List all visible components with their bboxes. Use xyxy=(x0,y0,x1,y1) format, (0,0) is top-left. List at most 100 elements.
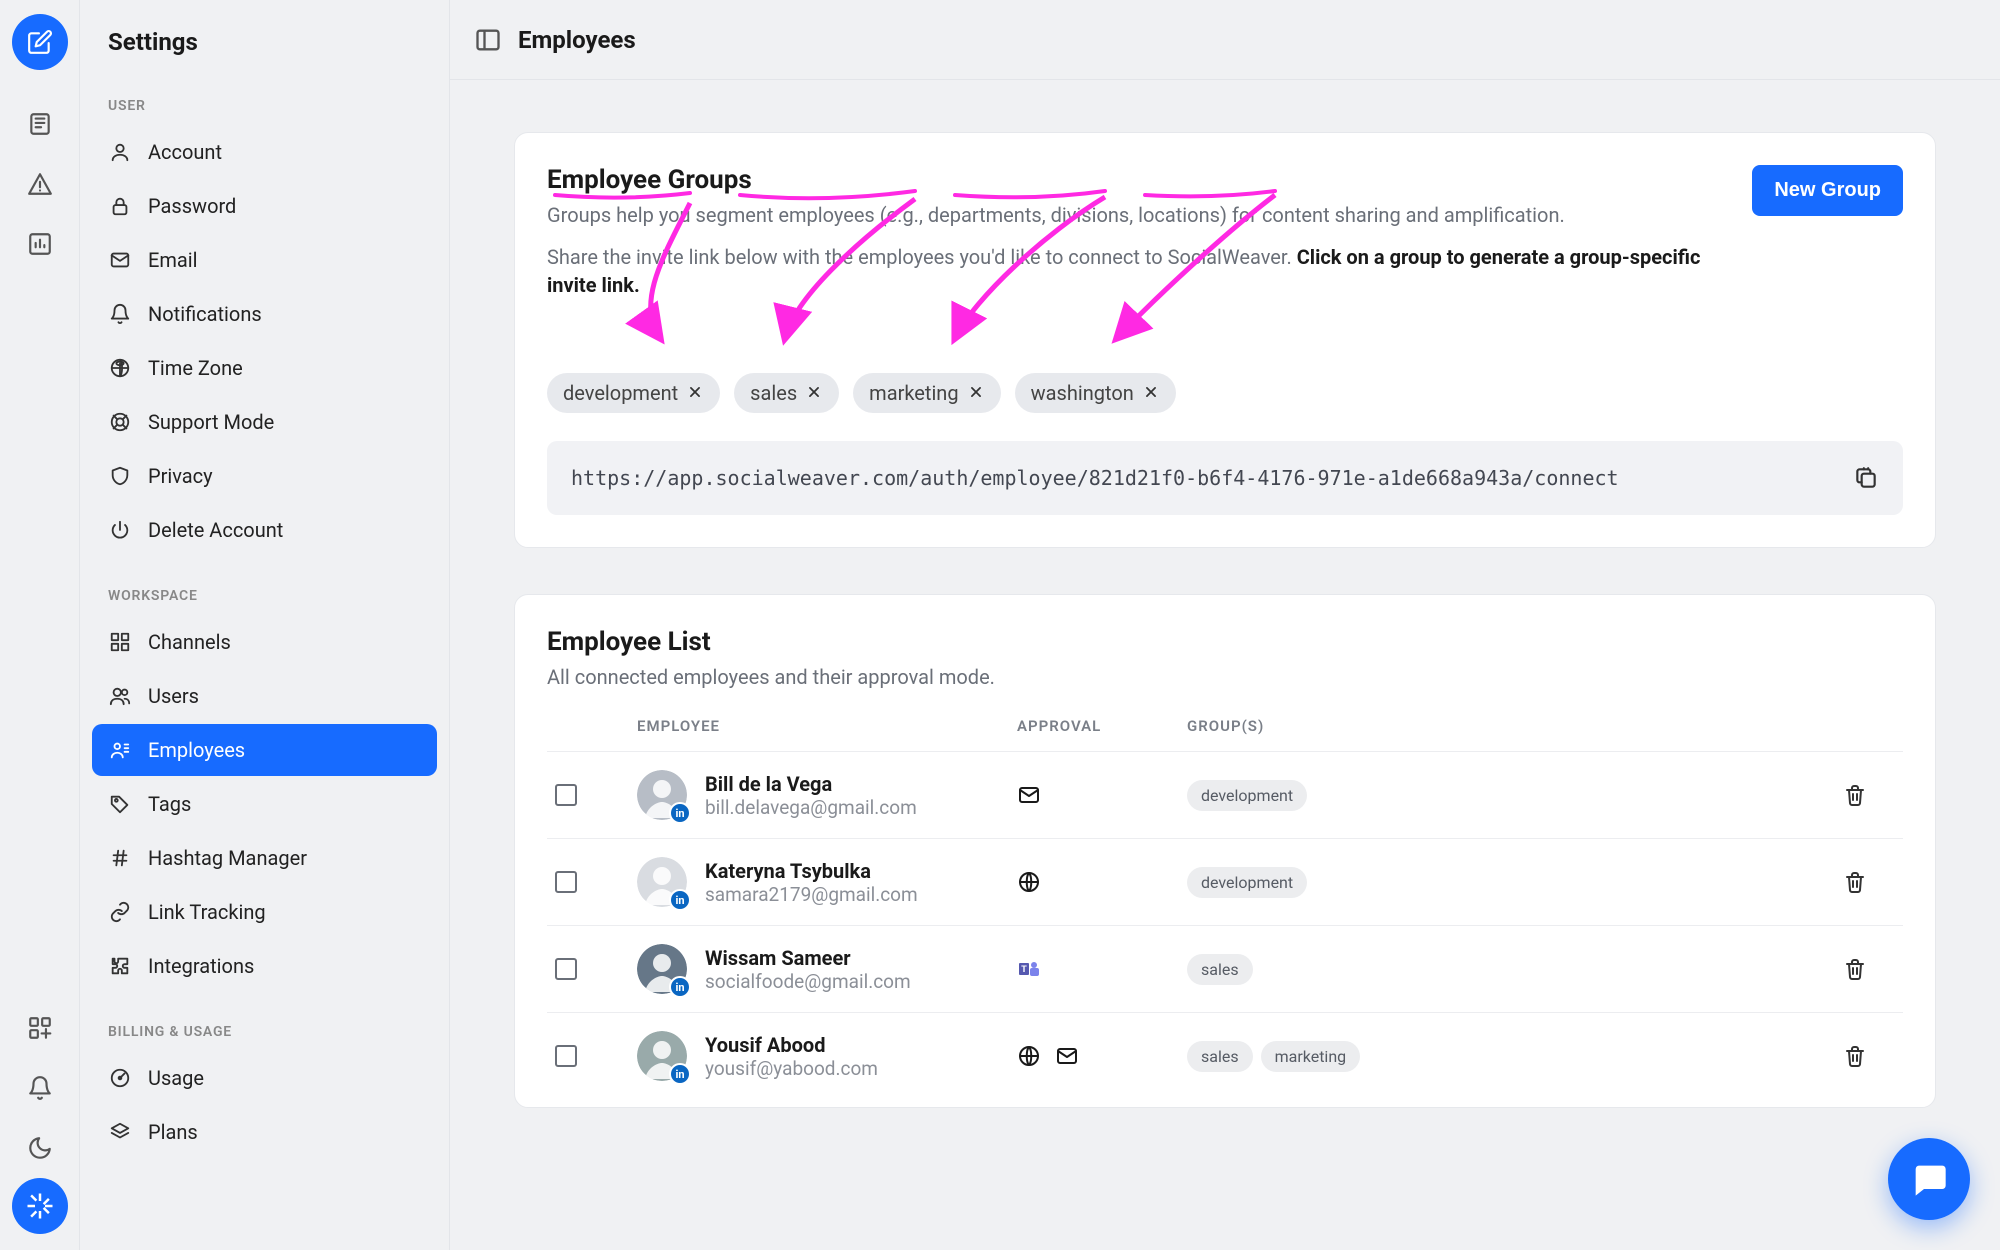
nav-notifications[interactable]: Notifications xyxy=(92,288,437,340)
rail-apps-icon[interactable] xyxy=(18,1006,62,1050)
row-group-chip[interactable]: sales xyxy=(1187,1041,1253,1072)
row-group-chip[interactable]: development xyxy=(1187,867,1307,898)
row-group-chip[interactable]: sales xyxy=(1187,954,1253,985)
workspace-avatar[interactable] xyxy=(12,1178,68,1234)
remove-chip-icon[interactable] xyxy=(807,385,823,401)
employee-row: in Bill de la Vega bill.delavega@gmail.c… xyxy=(547,752,1903,839)
svg-text:T: T xyxy=(1021,964,1027,974)
rail-theme-icon[interactable] xyxy=(18,1126,62,1170)
delete-row-icon[interactable] xyxy=(1843,1044,1903,1068)
group-chip-sales[interactable]: sales xyxy=(734,373,839,413)
globe-icon xyxy=(108,356,132,380)
sidebar-title: Settings xyxy=(80,28,449,68)
linkedin-badge-icon: in xyxy=(669,1063,691,1085)
row-group-chip[interactable]: development xyxy=(1187,780,1307,811)
employee-email: samara2179@gmail.com xyxy=(705,883,918,906)
nav-integrations[interactable]: Integrations xyxy=(92,940,437,992)
nav-tags[interactable]: Tags xyxy=(92,778,437,830)
new-group-button[interactable]: New Group xyxy=(1752,165,1903,216)
web-icon[interactable] xyxy=(1017,870,1041,894)
nav-channels[interactable]: Channels xyxy=(92,616,437,668)
copy-icon[interactable] xyxy=(1853,465,1879,491)
section-user-label: USER xyxy=(80,68,449,124)
nav-usage[interactable]: Usage xyxy=(92,1052,437,1104)
linkedin-badge-icon: in xyxy=(669,976,691,998)
rail-alerts-icon[interactable] xyxy=(18,162,62,206)
hash-icon xyxy=(108,846,132,870)
row-checkbox[interactable] xyxy=(555,958,577,980)
col-approval: APPROVAL xyxy=(1017,717,1187,735)
content-area: Employee Groups Groups help you segment … xyxy=(450,80,2000,1250)
nav-hashtag-manager[interactable]: Hashtag Manager xyxy=(92,832,437,884)
group-chip-washington[interactable]: washington xyxy=(1015,373,1176,413)
nav-password[interactable]: Password xyxy=(92,180,437,232)
row-checkbox[interactable] xyxy=(555,784,577,806)
group-chip-marketing[interactable]: marketing xyxy=(853,373,1000,413)
delete-row-icon[interactable] xyxy=(1843,870,1903,894)
groups-cell: sales marketing xyxy=(1187,1041,1843,1072)
sidebar-toggle-icon[interactable] xyxy=(474,26,502,54)
approval-cell xyxy=(1017,783,1187,807)
nav-delete-account[interactable]: Delete Account xyxy=(92,504,437,556)
row-checkbox[interactable] xyxy=(555,1045,577,1067)
nav-label: Support Mode xyxy=(148,410,274,434)
mail-icon[interactable] xyxy=(1055,1044,1079,1068)
nav-label: Password xyxy=(148,194,236,218)
invite-url[interactable]: https://app.socialweaver.com/auth/employ… xyxy=(571,466,1839,490)
chat-launcher[interactable] xyxy=(1888,1138,1970,1220)
nav-timezone[interactable]: Time Zone xyxy=(92,342,437,394)
nav-employees[interactable]: Employees xyxy=(92,724,437,776)
rail-analytics-icon[interactable] xyxy=(18,222,62,266)
delete-row-icon[interactable] xyxy=(1843,783,1903,807)
bell-icon xyxy=(108,302,132,326)
nav-label: Plans xyxy=(148,1120,198,1144)
approval-cell xyxy=(1017,870,1187,894)
group-chip-development[interactable]: development xyxy=(547,373,720,413)
power-icon xyxy=(108,518,132,542)
approval-cell xyxy=(1017,1044,1187,1068)
delete-row-icon[interactable] xyxy=(1843,957,1903,981)
groups-desc-2: Share the invite link below with the emp… xyxy=(547,243,1728,299)
row-group-chip[interactable]: marketing xyxy=(1261,1041,1361,1072)
employee-email: bill.delavega@gmail.com xyxy=(705,796,917,819)
remove-chip-icon[interactable] xyxy=(969,385,985,401)
remove-chip-icon[interactable] xyxy=(1144,385,1160,401)
groups-cell: development xyxy=(1187,867,1843,898)
compose-button[interactable] xyxy=(12,14,68,70)
employee-groups-card: Employee Groups Groups help you segment … xyxy=(514,132,1936,548)
nav-label: Channels xyxy=(148,630,231,654)
nav-label: Link Tracking xyxy=(148,900,266,924)
list-header: EMPLOYEE APPROVAL GROUP(S) xyxy=(547,691,1903,752)
avatar: in xyxy=(637,770,687,820)
nav-email[interactable]: Email xyxy=(92,234,437,286)
nav-plans[interactable]: Plans xyxy=(92,1106,437,1158)
tag-icon xyxy=(108,792,132,816)
users-icon xyxy=(108,684,132,708)
shield-icon xyxy=(108,464,132,488)
nav-label: Delete Account xyxy=(148,518,283,542)
nav-privacy[interactable]: Privacy xyxy=(92,450,437,502)
chip-label: marketing xyxy=(869,381,958,405)
mail-icon[interactable] xyxy=(1017,783,1041,807)
teams-icon[interactable]: T xyxy=(1017,957,1041,981)
col-groups: GROUP(S) xyxy=(1187,717,1843,735)
nav-link-tracking[interactable]: Link Tracking xyxy=(92,886,437,938)
nav-account[interactable]: Account xyxy=(92,126,437,178)
nav-support-mode[interactable]: Support Mode xyxy=(92,396,437,448)
employee-row: in Yousif Abood yousif@yabood.com salesm… xyxy=(547,1013,1903,1099)
nav-label: Tags xyxy=(148,792,191,816)
nav-users[interactable]: Users xyxy=(92,670,437,722)
web-icon[interactable] xyxy=(1017,1044,1041,1068)
employee-name: Wissam Sameer xyxy=(705,946,911,970)
nav-label: Integrations xyxy=(148,954,254,978)
avatar: in xyxy=(637,944,687,994)
row-checkbox[interactable] xyxy=(555,871,577,893)
remove-chip-icon[interactable] xyxy=(688,385,704,401)
rail-bell-icon[interactable] xyxy=(18,1066,62,1110)
nav-label: Usage xyxy=(148,1066,204,1090)
list-subtitle: All connected employees and their approv… xyxy=(547,663,1903,691)
rail-feed-icon[interactable] xyxy=(18,102,62,146)
avatar: in xyxy=(637,1031,687,1081)
nav-label: Account xyxy=(148,140,222,164)
employee-rows: in Bill de la Vega bill.delavega@gmail.c… xyxy=(547,752,1903,1099)
